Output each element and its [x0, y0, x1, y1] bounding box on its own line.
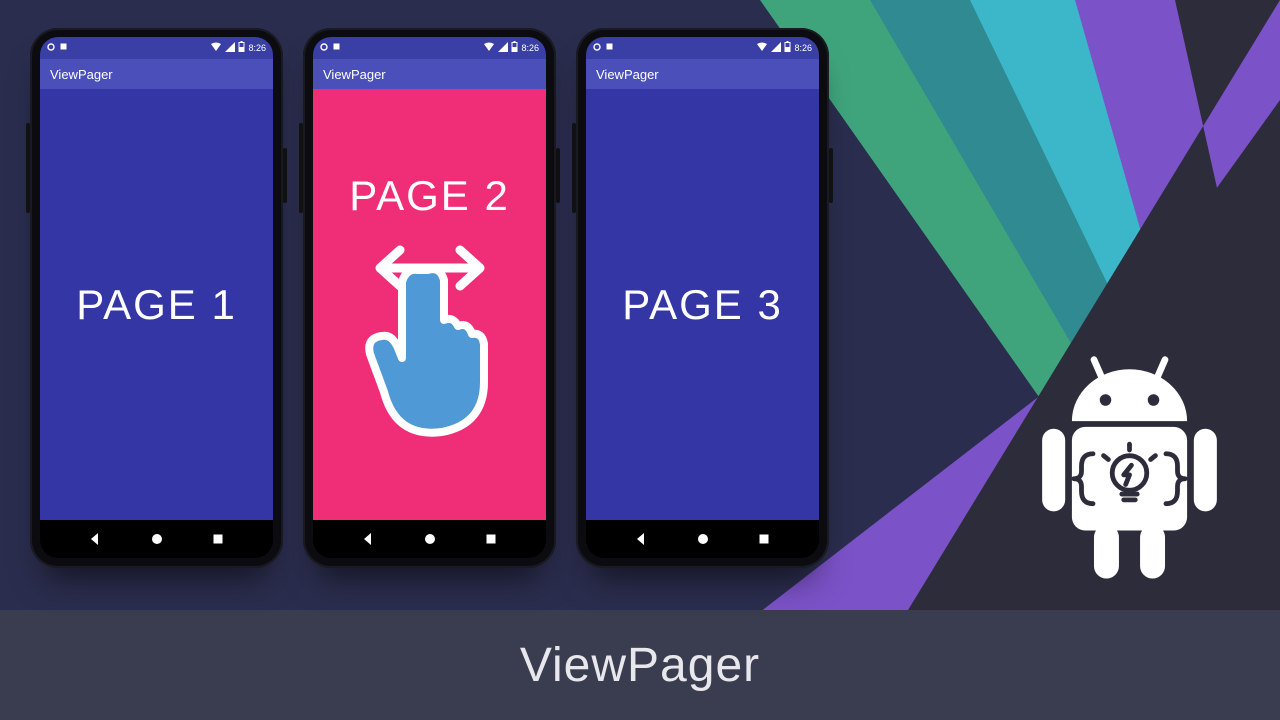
banner-title: ViewPager: [520, 638, 760, 693]
signal-icon: [498, 42, 508, 55]
android-nav-bar: [40, 520, 273, 558]
nav-home-icon[interactable]: [423, 532, 437, 546]
nav-recent-icon[interactable]: [757, 532, 771, 546]
thumbnail-stage: ViewPager: [0, 0, 1280, 720]
app-bar: ViewPager: [586, 59, 819, 89]
wifi-icon: [210, 42, 222, 55]
fan-blade-teal: [870, 0, 1280, 700]
nav-back-icon[interactable]: [361, 532, 375, 546]
phone-screen: 8:26 ViewPager PAGE 1: [40, 37, 273, 558]
status-dot-icon: [593, 43, 601, 54]
status-bar: 8:26: [313, 37, 546, 59]
nav-home-icon[interactable]: [696, 532, 710, 546]
wifi-icon: [756, 42, 768, 55]
debug-icon: [605, 42, 614, 54]
app-bar: ViewPager: [313, 59, 546, 89]
status-time: 8:26: [248, 43, 266, 53]
battery-icon: [511, 41, 518, 55]
phone-mockup: 8:26 ViewPager PAGE 2: [303, 28, 556, 568]
status-time: 8:26: [794, 43, 812, 53]
page-label: PAGE 3: [622, 281, 783, 329]
wifi-icon: [483, 42, 495, 55]
nav-back-icon[interactable]: [88, 532, 102, 546]
status-bar: 8:26: [40, 37, 273, 59]
viewpager-page[interactable]: PAGE 1: [40, 89, 273, 520]
phone-screen: 8:26 ViewPager PAGE 3: [586, 37, 819, 558]
nav-back-icon[interactable]: [634, 532, 648, 546]
app-title: ViewPager: [323, 67, 386, 82]
signal-icon: [771, 42, 781, 55]
status-time: 8:26: [521, 43, 539, 53]
title-banner: ViewPager: [0, 610, 1280, 720]
page-label: PAGE 2: [349, 172, 510, 220]
phone-row: 8:26 ViewPager PAGE 1: [30, 28, 829, 568]
phone-mockup: 8:26 ViewPager PAGE 3: [576, 28, 829, 568]
swipe-gesture-icon: [350, 238, 510, 438]
app-title: ViewPager: [50, 67, 113, 82]
status-dot-icon: [47, 43, 55, 54]
status-dot-icon: [320, 43, 328, 54]
status-bar: 8:26: [586, 37, 819, 59]
nav-recent-icon[interactable]: [484, 532, 498, 546]
phone-mockup: 8:26 ViewPager PAGE 1: [30, 28, 283, 568]
app-title: ViewPager: [596, 67, 659, 82]
phone-screen: 8:26 ViewPager PAGE 2: [313, 37, 546, 558]
battery-icon: [238, 41, 245, 55]
android-nav-bar: [313, 520, 546, 558]
app-bar: ViewPager: [40, 59, 273, 89]
battery-icon: [784, 41, 791, 55]
signal-icon: [225, 42, 235, 55]
viewpager-page[interactable]: PAGE 3: [586, 89, 819, 520]
viewpager-page[interactable]: PAGE 2: [313, 89, 546, 520]
nav-home-icon[interactable]: [150, 532, 164, 546]
debug-icon: [332, 42, 341, 54]
android-nav-bar: [586, 520, 819, 558]
nav-recent-icon[interactable]: [211, 532, 225, 546]
page-label: PAGE 1: [76, 281, 237, 329]
android-robot-logo: [1017, 352, 1242, 592]
debug-icon: [59, 42, 68, 54]
